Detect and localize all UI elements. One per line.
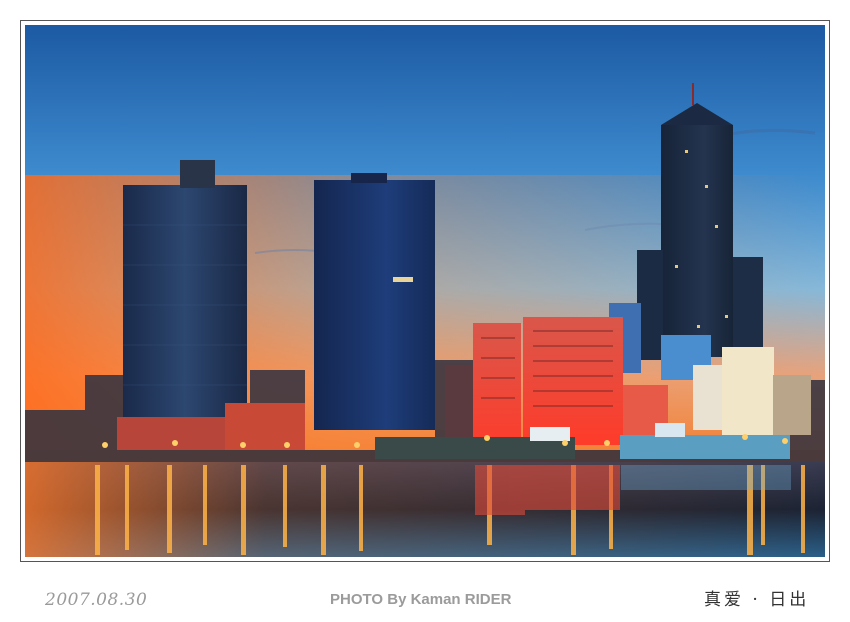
photo-date: 2007.08.30 — [45, 590, 148, 610]
skyline-photo — [25, 25, 825, 557]
photo-title: 真爱 · 日出 — [704, 590, 810, 610]
photo-credit: PHOTO By Kaman RIDER — [330, 591, 512, 608]
